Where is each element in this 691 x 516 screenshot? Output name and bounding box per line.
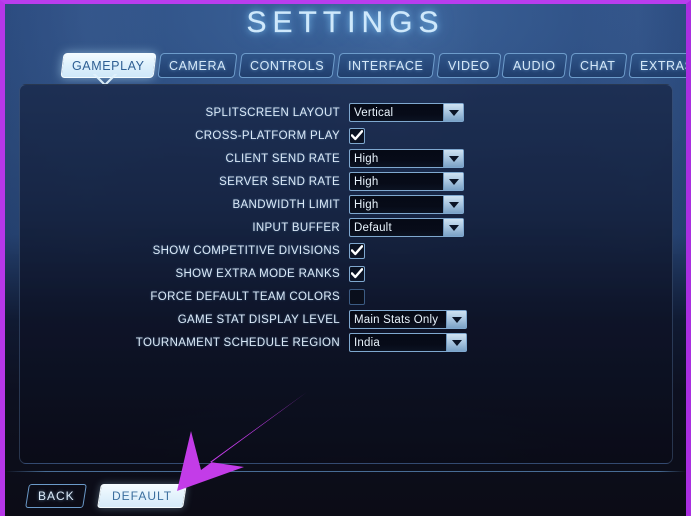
dropdown-splitscreen-layout[interactable]: Vertical	[349, 103, 464, 122]
tab-controls[interactable]: CONTROLS	[238, 53, 336, 78]
setting-control: Main Stats Only	[349, 310, 467, 329]
checkbox-show-extra-mode-ranks[interactable]	[349, 265, 365, 282]
page-title: SETTINGS	[246, 6, 445, 39]
setting-row: INPUT BUFFER Default	[20, 216, 674, 239]
check-icon	[351, 268, 363, 279]
setting-row: SHOW COMPETITIVE DIVISIONS	[20, 239, 674, 262]
dropdown-value: High	[354, 175, 379, 188]
setting-label: TOURNAMENT SCHEDULE REGION	[135, 336, 340, 349]
setting-control	[349, 127, 365, 144]
checkbox-cross-platform-play[interactable]	[349, 127, 365, 144]
check-icon	[351, 245, 363, 256]
settings-tab-bar: GAMEPLAY CAMERA CONTROLS INTERFACE VIDEO AUDI…	[60, 53, 686, 78]
default-button[interactable]: DEFAULT	[97, 484, 187, 508]
dropdown-value: High	[354, 198, 379, 211]
footer-separator	[5, 471, 686, 472]
setting-row: GAME STAT DISPLAY LEVEL Main Stats Only	[20, 308, 674, 331]
setting-label: GAME STAT DISPLAY LEVEL	[177, 313, 340, 326]
setting-row: SERVER SEND RATE High	[20, 170, 674, 193]
checkbox-force-default-team-colors[interactable]	[349, 288, 365, 305]
dropdown-tournament-schedule-region[interactable]: India	[349, 333, 467, 352]
dropdown-bandwidth-limit[interactable]: High	[349, 195, 464, 214]
chevron-down-icon[interactable]	[443, 196, 463, 213]
setting-row: FORCE DEFAULT TEAM COLORS	[20, 285, 674, 308]
tab-label: INTERFACE	[348, 58, 424, 73]
dropdown-value: India	[354, 336, 380, 349]
setting-label: FORCE DEFAULT TEAM COLORS	[150, 290, 340, 303]
tab-video[interactable]: VIDEO	[436, 53, 502, 78]
dropdown-value: High	[354, 152, 379, 165]
setting-label: CLIENT SEND RATE	[225, 152, 340, 165]
tab-chat[interactable]: CHAT	[568, 53, 628, 78]
chevron-down-icon[interactable]	[443, 219, 463, 236]
tab-label: VIDEO	[447, 58, 490, 73]
settings-rows-container: SPLITSCREEN LAYOUT Vertical CROSS-PLATFORM…	[20, 101, 674, 354]
setting-control: Vertical	[349, 103, 464, 122]
tab-label: EXTRAS	[639, 58, 691, 73]
game-settings-screen: SETTINGS GAMEPLAY CAMERA CONTROLS INTERFACE…	[5, 4, 686, 516]
setting-label: INPUT BUFFER	[252, 221, 340, 234]
setting-control: India	[349, 333, 467, 352]
setting-row: CROSS-PLATFORM PLAY	[20, 124, 674, 147]
dropdown-server-send-rate[interactable]: High	[349, 172, 464, 191]
checkbox-show-competitive-divisions[interactable]	[349, 242, 365, 259]
setting-row: BANDWIDTH LIMIT High	[20, 193, 674, 216]
default-button-label: DEFAULT	[111, 489, 173, 503]
back-button[interactable]: BACK	[25, 484, 87, 508]
chevron-down-icon[interactable]	[443, 104, 463, 121]
setting-row: SHOW EXTRA MODE RANKS	[20, 262, 674, 285]
tab-camera[interactable]: CAMERA	[157, 53, 238, 78]
setting-row: SPLITSCREEN LAYOUT Vertical	[20, 101, 674, 124]
dropdown-client-send-rate[interactable]: High	[349, 149, 464, 168]
dropdown-game-stat-display-level[interactable]: Main Stats Only	[349, 310, 467, 329]
back-button-label: BACK	[37, 489, 75, 503]
setting-control: High	[349, 195, 464, 214]
setting-label: SHOW EXTRA MODE RANKS	[175, 267, 340, 280]
chevron-down-icon[interactable]	[446, 334, 466, 351]
setting-label: SERVER SEND RATE	[219, 175, 340, 188]
tab-label: CONTROLS	[249, 58, 325, 73]
setting-row: CLIENT SEND RATE High	[20, 147, 674, 170]
setting-row: TOURNAMENT SCHEDULE REGION India	[20, 331, 674, 354]
dropdown-value: Default	[354, 221, 392, 234]
setting-control: High	[349, 149, 464, 168]
settings-panel: SPLITSCREEN LAYOUT Vertical CROSS-PLATFORM…	[19, 84, 673, 464]
setting-control: Default	[349, 218, 464, 237]
tab-interface[interactable]: INTERFACE	[336, 53, 436, 78]
chevron-down-icon[interactable]	[446, 311, 466, 328]
setting-control	[349, 242, 365, 259]
setting-label: SHOW COMPETITIVE DIVISIONS	[152, 244, 340, 257]
tab-label: CAMERA	[168, 58, 226, 73]
setting-label: CROSS-PLATFORM PLAY	[195, 129, 340, 142]
setting-label: BANDWIDTH LIMIT	[232, 198, 340, 211]
tab-label: CHAT	[580, 58, 616, 73]
setting-control: High	[349, 172, 464, 191]
tab-audio[interactable]: AUDIO	[501, 53, 568, 78]
tab-gameplay[interactable]: GAMEPLAY	[60, 53, 157, 78]
tab-extras[interactable]: EXTRAS	[628, 53, 691, 78]
setting-control	[349, 288, 365, 305]
setting-control	[349, 265, 365, 282]
tab-label: AUDIO	[513, 58, 557, 73]
check-icon	[351, 130, 363, 141]
tab-label: GAMEPLAY	[72, 58, 145, 73]
dropdown-value: Main Stats Only	[354, 313, 439, 326]
chevron-down-icon[interactable]	[443, 173, 463, 190]
dropdown-value: Vertical	[354, 106, 394, 119]
dropdown-input-buffer[interactable]: Default	[349, 218, 464, 237]
setting-label: SPLITSCREEN LAYOUT	[205, 106, 340, 119]
screenshot-frame: SETTINGS GAMEPLAY CAMERA CONTROLS INTERFACE…	[0, 0, 691, 516]
chevron-down-icon[interactable]	[443, 150, 463, 167]
